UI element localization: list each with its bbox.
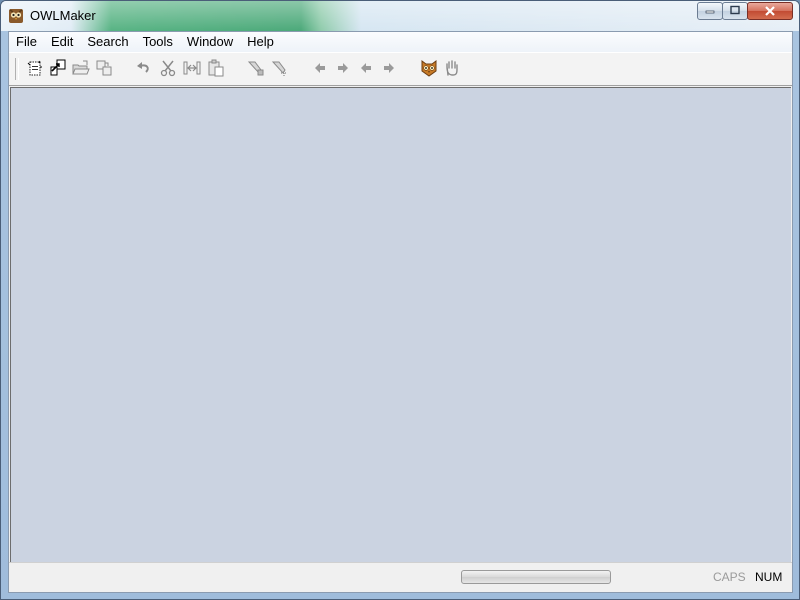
- previous-button[interactable]: [357, 60, 375, 78]
- title-bar[interactable]: OWLMaker: [1, 1, 799, 31]
- undo-icon: [135, 59, 153, 80]
- close-button[interactable]: [747, 2, 793, 20]
- back-button[interactable]: [311, 60, 329, 78]
- toolbar: [9, 52, 792, 86]
- forward-button[interactable]: [334, 60, 352, 78]
- copy-document-button[interactable]: [95, 60, 113, 78]
- owl-app-icon: [8, 8, 24, 24]
- num-lock-indicator: NUM: [755, 570, 783, 584]
- new-file-button[interactable]: [26, 60, 44, 78]
- new-file-icon: [26, 59, 44, 80]
- find-next-icon: [271, 59, 289, 80]
- window-title: OWLMaker: [30, 8, 96, 23]
- progress-bar: [461, 570, 611, 584]
- menu-search[interactable]: Search: [80, 32, 135, 52]
- owl-icon: [420, 59, 438, 80]
- client-area: File Edit Search Tools Window Help CAPS …: [8, 31, 793, 593]
- minimize-button[interactable]: [697, 2, 723, 20]
- status-bar: CAPS NUM: [9, 562, 792, 592]
- minimize-icon: [705, 5, 715, 18]
- paste-button[interactable]: [207, 59, 225, 80]
- open-folder-button[interactable]: [72, 60, 90, 78]
- app-window: OWLMaker File Edit Search Tools Window H…: [0, 0, 800, 600]
- close-icon: [764, 4, 776, 19]
- toolbar-grip[interactable]: [15, 58, 19, 80]
- next-button[interactable]: [380, 60, 398, 78]
- open-file-button[interactable]: [49, 59, 67, 80]
- menu-tools[interactable]: Tools: [136, 32, 180, 52]
- maximize-button[interactable]: [722, 2, 748, 20]
- owl-button[interactable]: [420, 59, 438, 80]
- menu-help[interactable]: Help: [240, 32, 281, 52]
- paste-icon: [207, 59, 225, 80]
- find-next-button[interactable]: [271, 60, 289, 78]
- hand-button[interactable]: [443, 59, 461, 80]
- find-icon: [247, 59, 265, 80]
- cut-button[interactable]: [159, 60, 177, 78]
- menu-file[interactable]: File: [9, 32, 44, 52]
- open-file-icon: [49, 59, 67, 80]
- caps-lock-indicator: CAPS: [713, 570, 746, 584]
- open-folder-icon: [72, 59, 90, 80]
- forward-arrow-icon: [334, 59, 352, 80]
- split-icon: [183, 59, 201, 80]
- menu-window[interactable]: Window: [180, 32, 240, 52]
- prev-arrow-icon: [357, 59, 375, 80]
- cut-icon: [159, 59, 177, 80]
- find-button[interactable]: [247, 60, 265, 78]
- copy-document-icon: [95, 59, 113, 80]
- maximize-icon: [730, 5, 740, 18]
- menu-bar: File Edit Search Tools Window Help: [9, 32, 792, 52]
- split-button[interactable]: [183, 60, 201, 78]
- menu-edit[interactable]: Edit: [44, 32, 80, 52]
- undo-button[interactable]: [135, 60, 153, 78]
- mdi-workspace[interactable]: [10, 87, 791, 563]
- next-arrow-icon: [380, 59, 398, 80]
- back-arrow-icon: [311, 59, 329, 80]
- hand-icon: [443, 59, 461, 80]
